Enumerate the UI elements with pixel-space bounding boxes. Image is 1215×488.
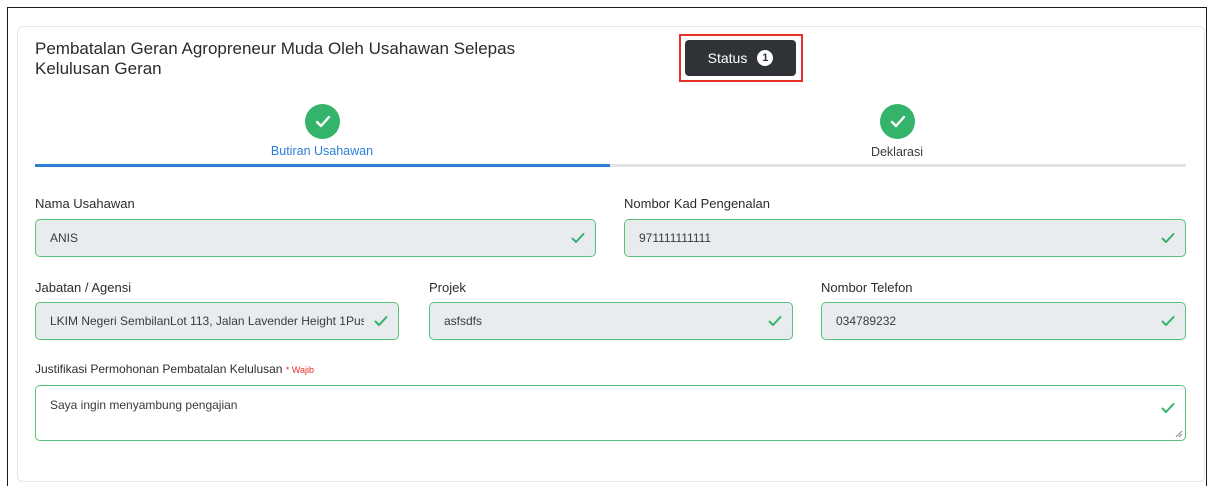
valid-check-icon [374, 316, 388, 326]
nombor-kad-label: Nombor Kad Pengenalan [624, 196, 770, 211]
status-count-badge: 1 [757, 50, 774, 66]
justifikasi-label: Justifikasi Permohonan Pembatalan Kelulu… [35, 362, 314, 376]
nama-usahawan-field[interactable]: ANIS [35, 219, 596, 257]
valid-check-icon [1161, 316, 1175, 326]
active-step-indicator [35, 164, 610, 167]
resize-handle-icon[interactable] [1175, 430, 1183, 438]
nama-usahawan-value: ANIS [50, 231, 79, 245]
nombor-telefon-field[interactable]: 034789232 [821, 302, 1186, 340]
valid-check-icon [1161, 233, 1175, 243]
step-label-butiran-usahawan: Butiran Usahawan [270, 144, 374, 158]
check-icon [305, 104, 340, 139]
projek-field[interactable]: asfsdfs [429, 302, 793, 340]
nama-usahawan-label: Nama Usahawan [35, 196, 135, 211]
nombor-kad-field[interactable]: 971111111111 [624, 219, 1186, 257]
check-icon [880, 104, 915, 139]
status-button[interactable]: Status 1 [685, 40, 796, 76]
page-title: Pembatalan Geran Agropreneur Muda Oleh U… [35, 39, 516, 78]
valid-check-icon [571, 233, 585, 243]
valid-check-icon [768, 316, 782, 326]
nombor-kad-value: 971111111111 [639, 231, 712, 245]
nombor-telefon-value: 034789232 [836, 314, 897, 328]
justifikasi-value: Saya ingin menyambung pengajian [50, 398, 238, 412]
status-button-label: Status [707, 50, 748, 66]
projek-label: Projek [429, 280, 466, 295]
jabatan-field[interactable]: LKIM Negeri SembilanLot 113, Jalan Laven… [35, 302, 399, 340]
projek-value: asfsdfs [444, 314, 483, 328]
jabatan-label: Jabatan / Agensi [35, 280, 132, 295]
justifikasi-textarea[interactable]: Saya ingin menyambung pengajian [35, 385, 1186, 441]
valid-check-icon [1161, 403, 1175, 413]
required-marker: * Wajib [285, 365, 315, 375]
justifikasi-label-text: Justifikasi Permohonan Pembatalan Kelulu… [35, 362, 283, 376]
step-label-deklarasi: Deklarasi [870, 145, 924, 159]
jabatan-value: LKIM Negeri SembilanLot 113, Jalan Laven… [50, 314, 364, 328]
nombor-telefon-label: Nombor Telefon [821, 280, 913, 295]
